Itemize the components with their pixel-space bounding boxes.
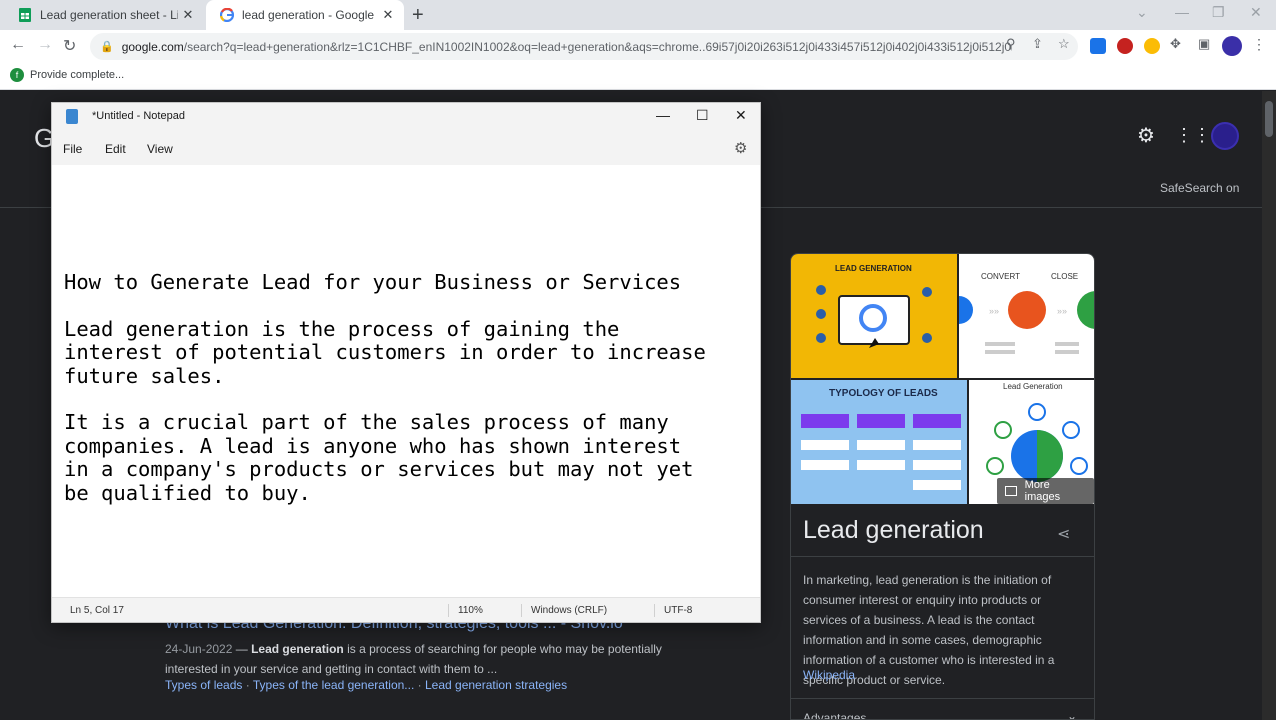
- funnel-diagram: »» »»: [959, 291, 1094, 354]
- notepad-text-area[interactable]: How to Generate Lead for your Business o…: [64, 270, 758, 505]
- settings-gear-icon[interactable]: ⚙: [1137, 123, 1155, 148]
- sitelink-separator: ·: [245, 678, 253, 692]
- menu-file[interactable]: File: [63, 142, 82, 156]
- browser-toolbar: ← → ↻ 🔒 google.com/search?q=lead+generat…: [0, 30, 1276, 63]
- status-cursor-position: Ln 5, Col 17: [70, 605, 124, 616]
- bookmarks-bar: f Provide complete...: [0, 63, 1276, 90]
- menu-view[interactable]: View: [147, 142, 173, 156]
- url-text: google.com/search?q=lead+generation&rlz=…: [121, 39, 1012, 54]
- address-bar[interactable]: 🔒 google.com/search?q=lead+generation&rl…: [90, 33, 1078, 60]
- snippet-text: is a process of searching for people who…: [165, 642, 662, 676]
- extensions-puzzle-icon[interactable]: ✥: [1170, 36, 1181, 52]
- extension-chrome-icon[interactable]: [1144, 38, 1160, 54]
- kp-image-lead-generation[interactable]: LEAD GENERATION: [791, 254, 957, 378]
- notepad-title: *Untitled - Notepad: [92, 110, 185, 122]
- bookmark-star-icon[interactable]: ☆: [1058, 36, 1070, 52]
- tab-close-icon[interactable]: ✕: [178, 7, 198, 23]
- tab-title: Lead generation sheet - Linkedin: [40, 8, 178, 22]
- kp-title: Lead generation: [803, 516, 984, 544]
- tab-title: lead generation - Google Search: [242, 8, 378, 22]
- typology-chart: [801, 414, 961, 490]
- notepad-window: *Untitled - Notepad — ☐ ✕ File Edit View…: [51, 102, 761, 623]
- svg-text:»»: »»: [989, 306, 999, 316]
- new-tab-plus-icon[interactable]: +: [412, 4, 424, 27]
- tab-lead-generation-search[interactable]: lead generation - Google Search ✕: [206, 0, 404, 30]
- notepad-statusbar: Ln 5, Col 17 110% Windows (CRLF) UTF-8: [52, 597, 760, 622]
- side-panel-icon[interactable]: ▣: [1198, 36, 1210, 52]
- sitelink-separator: ·: [417, 678, 425, 692]
- image-caption: CONVERT: [981, 272, 1020, 281]
- status-separator: [654, 604, 655, 617]
- image-caption: Lead Generation: [1003, 382, 1063, 391]
- minimize-icon[interactable]: —: [1175, 4, 1189, 20]
- browser-tab-strip: Lead generation sheet - Linkedin ✕ lead …: [0, 0, 1276, 30]
- extension-100-icon[interactable]: [1090, 38, 1106, 54]
- status-encoding: UTF-8: [664, 605, 693, 616]
- image-caption: CLOSE: [1051, 272, 1079, 281]
- extension-red-icon[interactable]: [1117, 38, 1133, 54]
- knowledge-panel: LEAD GENERATION CONVERT CLOSE »»»» TYPOL…: [790, 253, 1095, 720]
- forward-arrow-icon[interactable]: →: [37, 36, 53, 54]
- share-icon[interactable]: ⇪: [1032, 36, 1043, 52]
- bookmark-label: Provide complete...: [30, 69, 125, 81]
- back-arrow-icon[interactable]: ←: [10, 36, 26, 54]
- more-images-label: More images: [1024, 479, 1061, 503]
- result-date: 24-Jun-2022: [165, 642, 233, 656]
- google-sheets-icon: [19, 8, 31, 22]
- status-line-ending: Windows (CRLF): [531, 605, 608, 616]
- settings-gear-icon[interactable]: ⚙: [734, 139, 747, 157]
- location-pin-icon[interactable]: ⚲: [1006, 36, 1016, 52]
- chevron-down-icon[interactable]: ⌄: [1067, 709, 1077, 719]
- kp-source-link[interactable]: Wikipedia: [803, 668, 855, 682]
- svg-text:»»: »»: [1057, 306, 1067, 316]
- chrome-menu-icon[interactable]: ⋮: [1252, 36, 1266, 53]
- result-snippet: 24-Jun-2022 — Lead generation is a proce…: [165, 642, 662, 676]
- maximize-icon[interactable]: ☐: [696, 107, 709, 124]
- lock-icon[interactable]: 🔒: [100, 40, 114, 53]
- notepad-app-icon: [66, 109, 78, 124]
- image-caption: LEAD GENERATION: [835, 264, 912, 273]
- minimize-icon[interactable]: —: [656, 107, 670, 123]
- kp-image-convert-close[interactable]: CONVERT CLOSE »» »»: [959, 254, 1094, 378]
- sitelink-types-of-lead-generation[interactable]: Types of the lead generation...: [253, 678, 414, 692]
- status-separator: [521, 604, 522, 617]
- image-icon: [1005, 486, 1017, 496]
- menu-edit[interactable]: Edit: [105, 142, 126, 156]
- bookmark-provide-complete[interactable]: f Provide complete...: [10, 68, 124, 82]
- close-window-icon[interactable]: ✕: [1250, 4, 1262, 21]
- reload-icon[interactable]: ↻: [63, 36, 76, 56]
- snippet-bold: Lead generation: [251, 642, 344, 656]
- close-icon[interactable]: ✕: [735, 107, 747, 124]
- notepad-titlebar[interactable]: *Untitled - Notepad — ☐ ✕: [52, 103, 760, 131]
- kp-divider: [791, 698, 1094, 699]
- page-scrollbar[interactable]: [1262, 91, 1276, 720]
- lead-generation-illustration: [816, 285, 932, 348]
- tab-search-chevron-icon[interactable]: ⌄: [1136, 4, 1148, 21]
- status-separator: [448, 604, 449, 617]
- sitelink-lead-generation-strategies[interactable]: Lead generation strategies: [425, 678, 567, 692]
- image-caption: TYPOLOGY OF LEADS: [829, 388, 938, 399]
- safesearch-status[interactable]: SafeSearch on: [1160, 181, 1239, 195]
- share-icon[interactable]: ⋖: [1057, 524, 1070, 544]
- kp-divider: [791, 556, 1094, 557]
- bookmark-favicon-icon: f: [10, 68, 24, 82]
- result-sitelinks: Types of leads · Types of the lead gener…: [165, 678, 567, 692]
- google-icon: [220, 8, 234, 22]
- tab-lead-generation-sheet[interactable]: Lead generation sheet - Linkedin ✕: [4, 0, 204, 30]
- scrollbar-thumb[interactable]: [1265, 101, 1273, 137]
- more-images-button[interactable]: More images: [997, 478, 1094, 504]
- profile-avatar[interactable]: [1222, 36, 1242, 56]
- sitelink-types-of-leads[interactable]: Types of leads: [165, 678, 242, 692]
- tab-close-icon[interactable]: ✕: [378, 7, 398, 23]
- google-account-avatar[interactable]: [1211, 122, 1239, 150]
- status-zoom: 110%: [458, 605, 483, 616]
- notepad-menubar: File Edit View ⚙: [52, 131, 760, 165]
- maximize-icon[interactable]: ❐: [1212, 4, 1225, 21]
- kp-image-typology-of-leads[interactable]: TYPOLOGY OF LEADS: [791, 380, 967, 504]
- kp-section-advantages[interactable]: Advantages: [803, 711, 866, 719]
